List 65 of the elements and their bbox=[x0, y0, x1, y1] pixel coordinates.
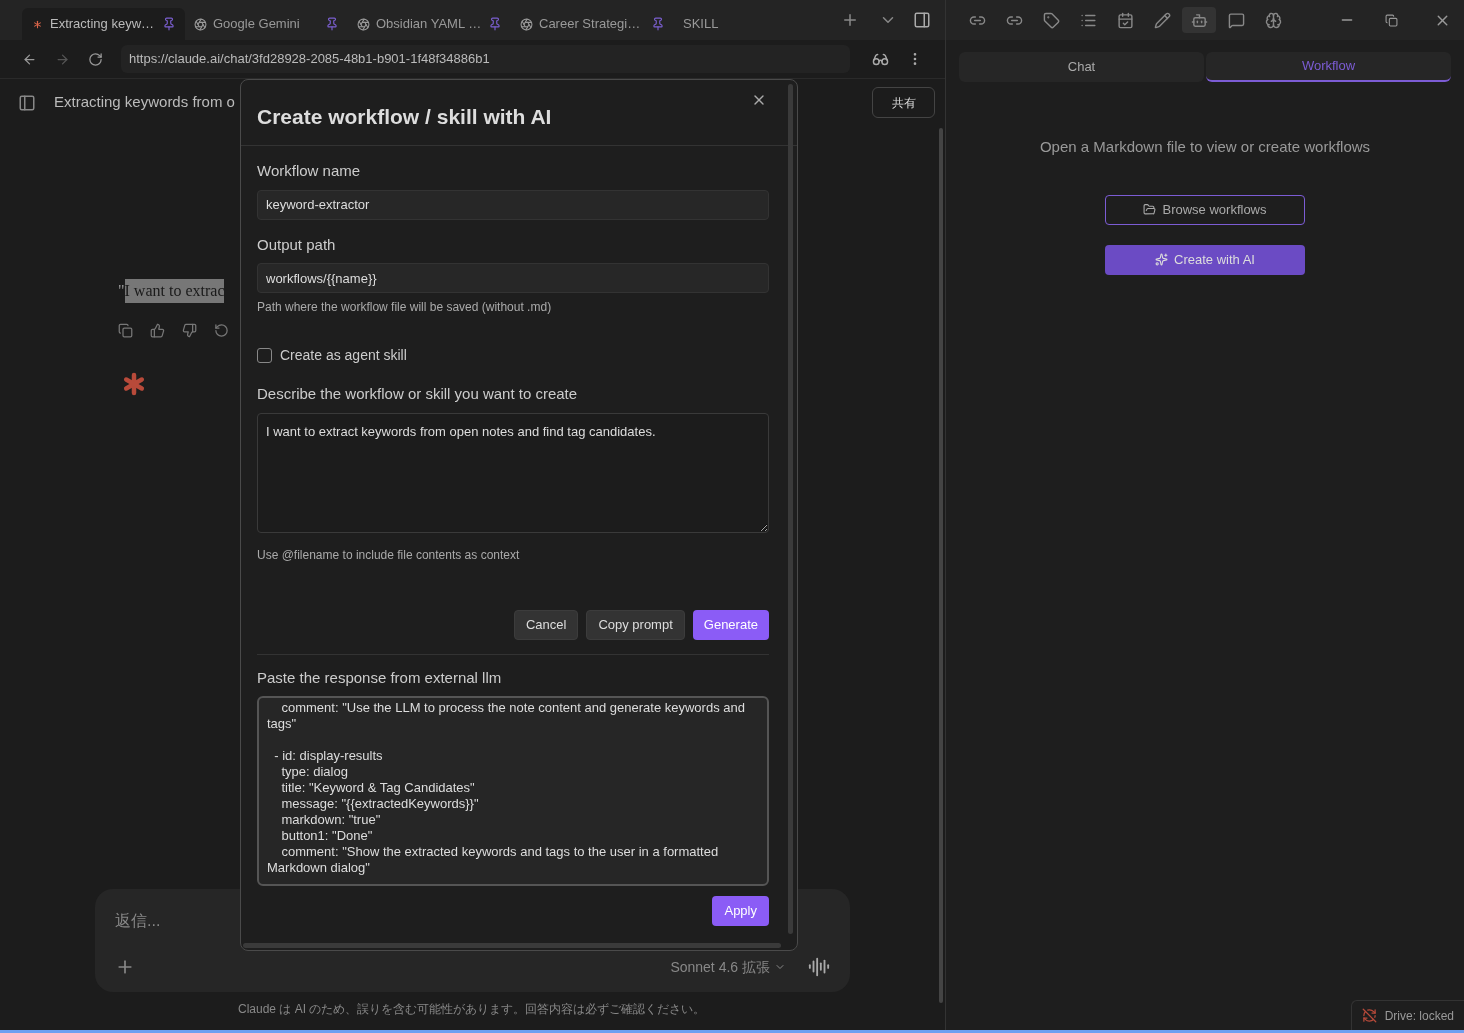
browser-tab[interactable]: Extracting keyw… bbox=[22, 8, 185, 40]
field-label: Paste the response from external llm bbox=[257, 667, 503, 688]
tab-title: Career Strategi… bbox=[539, 15, 642, 34]
create-with-ai-button[interactable]: Create with AI bbox=[1105, 244, 1305, 275]
dialog-title: Create workflow / skill with AI bbox=[257, 103, 552, 130]
dialog-button[interactable]: Cancel bbox=[513, 609, 579, 640]
scrollbar[interactable] bbox=[788, 84, 793, 934]
checkbox-label: Create as agent skill bbox=[280, 346, 407, 365]
pin-icon[interactable] bbox=[325, 17, 339, 31]
copy-icon[interactable] bbox=[118, 323, 133, 338]
robot-icon[interactable] bbox=[1182, 7, 1216, 33]
description-field[interactable]: I want to extract keywords from open notes and find tag candidates. bbox=[257, 412, 769, 533]
globe-icon bbox=[194, 17, 207, 31]
output-path-field[interactable]: workflows/{{name}} bbox=[257, 263, 769, 293]
chat-title: Extracting keywords from o bbox=[54, 92, 235, 113]
thumbs-up-icon[interactable] bbox=[150, 323, 165, 338]
folder-icon bbox=[1143, 203, 1157, 216]
tab-title: Obsidian YAML … bbox=[376, 15, 482, 34]
browser-tab[interactable]: SKILL bbox=[674, 8, 837, 40]
browser-tab[interactable]: Career Strategi… bbox=[511, 8, 674, 40]
generate-button[interactable]: Generate bbox=[692, 609, 769, 640]
field-hint: Use @filename to include file contents as context bbox=[257, 546, 521, 564]
browse-button[interactable]: Browse workflows bbox=[1105, 194, 1305, 225]
pin-icon[interactable] bbox=[651, 17, 665, 31]
quoted-text: I want to extrac bbox=[124, 279, 225, 303]
globe-icon bbox=[357, 17, 370, 31]
pin-icon[interactable] bbox=[488, 17, 502, 31]
new-tab-icon[interactable] bbox=[841, 11, 859, 29]
browser-tab[interactable]: Obsidian YAML … bbox=[348, 8, 511, 40]
disclaimer: Claude は AI のため、誤りを含む可能性があります。回答内容は必ずご確認ください。 bbox=[238, 1001, 707, 1018]
sync-off-icon[interactable] bbox=[1361, 1008, 1377, 1023]
sidebar-icon[interactable] bbox=[18, 93, 36, 112]
workflow-name-field[interactable]: keyword-extractor bbox=[257, 189, 769, 220]
sidebar-toggle-icon[interactable] bbox=[913, 11, 931, 29]
scrollbar[interactable] bbox=[939, 128, 943, 1003]
reload-icon[interactable] bbox=[88, 51, 103, 67]
checkbox[interactable] bbox=[257, 348, 272, 363]
empty-message: Open a Markdown file to view or create workflows bbox=[1038, 137, 1372, 157]
back-icon[interactable] bbox=[22, 51, 37, 67]
drive-status: Drive: locked bbox=[1384, 1007, 1454, 1025]
field-hint: Path where the workflow file will be saved (without .md) bbox=[257, 299, 553, 316]
globe-icon bbox=[520, 17, 533, 31]
field-label: Workflow name bbox=[257, 161, 362, 181]
restore-icon[interactable] bbox=[1385, 13, 1398, 27]
apply-button[interactable]: Apply bbox=[712, 896, 769, 926]
field-label: Describe the workflow or skill you want to create bbox=[257, 384, 579, 404]
tab-title: SKILL bbox=[683, 15, 720, 34]
panel-tab[interactable]: Chat bbox=[959, 52, 1204, 82]
retry-icon[interactable] bbox=[214, 323, 229, 338]
forward-icon[interactable] bbox=[55, 51, 70, 67]
pin-icon[interactable] bbox=[162, 17, 176, 31]
thumbs-down-icon[interactable] bbox=[182, 323, 197, 338]
address-bar[interactable]: https://claude.ai/chat/3fd28928-2085-48b1-b901-1f48f34886b1 bbox=[121, 45, 850, 73]
voice-icon[interactable] bbox=[808, 956, 830, 978]
tab-title: Extracting keyw… bbox=[50, 15, 156, 34]
dialog-button[interactable]: Copy prompt bbox=[586, 609, 685, 640]
scrollbar[interactable] bbox=[243, 943, 781, 948]
sparkles-icon bbox=[1155, 253, 1169, 266]
response-field[interactable]: comment: "Use the LLM to process the note content and generate keywords and tags" - id: display-results type: dialog title: "Keyword & Tag Candidates" message: "{{extractedKeywords}}" markdown: "true" button1: "Done" comment: "Show the extracted keywords and tags to the user in a formatted Markdown dialog" bbox=[257, 696, 769, 886]
model-selector[interactable]: Sonnet 4.6 拡張 bbox=[670, 956, 770, 978]
browser-tab[interactable]: Google Gemini bbox=[185, 8, 348, 40]
tab-title: Google Gemini bbox=[213, 15, 301, 34]
quote-mark: " bbox=[118, 281, 125, 301]
field-label: Output path bbox=[257, 234, 337, 255]
share-button[interactable]: 共有 bbox=[872, 87, 935, 118]
